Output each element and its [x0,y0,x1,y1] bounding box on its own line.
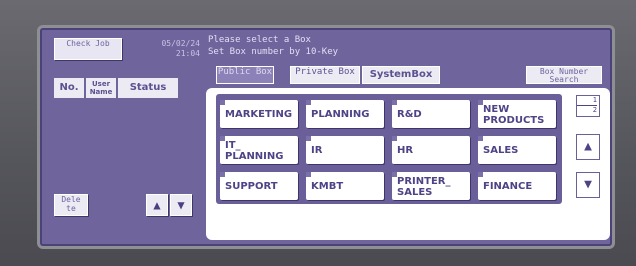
box-button-planning[interactable]: PLANNING [306,100,384,128]
box-corner-marker [306,136,311,141]
box-corner-marker [306,100,311,105]
box-button-it-planning[interactable]: IT_ PLANNING [220,136,298,164]
instruction-message: Please select a Box Set Box number by 10… [208,34,338,58]
box-button-printer-sales[interactable]: PRINTER_ SALES [392,172,470,200]
down-arrow-icon: ▼ [177,198,185,212]
page-current: 1 [592,96,597,104]
down-arrow-icon: ▼ [584,177,592,192]
column-header-user-name: User Name [86,78,116,98]
box-corner-marker [220,136,225,141]
box-button-rnd[interactable]: R&D [392,100,470,128]
box-label: FINANCE [483,181,533,192]
box-label: R&D [397,109,422,120]
box-label: PLANNING [311,109,370,120]
box-corner-marker [392,172,397,177]
box-button-new-products[interactable]: NEW PRODUCTS [478,100,556,128]
box-label: PRINTER_ SALES [397,176,451,198]
page-down-button[interactable]: ▼ [576,172,600,198]
date-text: 05/02/24 [161,39,200,48]
box-button-ir[interactable]: IR [306,136,384,164]
touch-screen: Check Job 05/02/24 21:04 No. User Name S… [40,28,612,246]
box-corner-marker [392,100,397,105]
box-corner-marker [478,136,483,141]
box-label: MARKETING [225,109,293,120]
column-header-no: No. [54,78,84,98]
tab-system-box[interactable]: SystemBox [362,66,440,84]
box-button-hr[interactable]: HR [392,136,470,164]
box-label: KMBT [311,181,344,192]
page-indicator: 1 2 [576,95,600,117]
box-corner-marker [220,172,225,177]
tab-private-box[interactable]: Private Box [290,66,360,84]
box-button-sales[interactable]: SALES [478,136,556,164]
delete-button[interactable]: Dele te [54,194,88,216]
instruction-line-2: Set Box number by 10-Key [208,47,339,57]
time-text: 21:04 [175,49,200,58]
box-label: NEW PRODUCTS [483,104,545,126]
instruction-line-1: Please select a Box [208,35,311,45]
box-corner-marker [478,100,483,105]
box-label: IR [311,145,323,156]
box-button-kmbt[interactable]: KMBT [306,172,384,200]
job-panel: Check Job 05/02/24 21:04 No. User Name S… [50,34,200,226]
box-number-search-button[interactable]: Box Number Search [526,66,602,84]
box-corner-marker [392,136,397,141]
page-total: 2 [577,105,597,115]
box-button-finance[interactable]: FINANCE [478,172,556,200]
box-corner-marker [478,172,483,177]
datetime: 05/02/24 21:04 [134,39,200,59]
scroll-down-button[interactable]: ▼ [170,194,192,216]
box-label: SALES [483,145,519,156]
box-corner-marker [306,172,311,177]
page-up-button[interactable]: ▲ [576,134,600,160]
up-arrow-icon: ▲ [584,139,592,154]
box-button-marketing[interactable]: MARKETING [220,100,298,128]
column-header-status: Status [118,78,178,98]
check-job-button[interactable]: Check Job [54,38,122,60]
box-label: IT_ PLANNING [225,140,284,162]
scroll-up-button[interactable]: ▲ [146,194,168,216]
up-arrow-icon: ▲ [153,198,161,212]
box-button-support[interactable]: SUPPORT [220,172,298,200]
tab-public-box[interactable]: Public Box [216,66,274,84]
box-label: HR [397,145,414,156]
box-label: SUPPORT [225,181,278,192]
box-corner-marker [220,100,225,105]
